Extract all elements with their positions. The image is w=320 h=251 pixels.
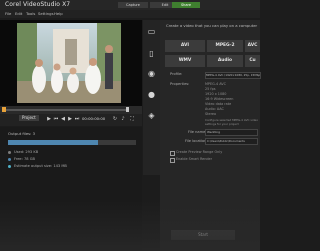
project-mode-button[interactable]: Project [19,115,39,121]
web-icon[interactable]: ◉ [147,69,156,78]
panel-heading: Create a video that you can play on a co… [166,23,258,28]
file-name-input[interactable]: Wedding [205,129,258,136]
trim-start-handle[interactable] [2,107,6,112]
smart-render-checkbox[interactable] [170,158,175,163]
format-wmv-button[interactable]: WMV [165,55,205,67]
estimate-size-label: Estimate output size: 143 MB [14,164,67,168]
trim-end-handle[interactable] [126,107,129,112]
volume-icon[interactable]: ♪ [120,116,126,122]
disk-usage-fill [8,140,98,145]
play-icon[interactable]: ▶ [46,116,52,122]
timecode-display[interactable]: 00:00:00:00 [82,116,105,121]
properties-list: MPEG-4 AVC 25 fps 1920 x 1080 16:9 Wides… [205,82,259,117]
free-space-label: Free: 78 GB [14,157,35,161]
preview-range-label: Create Preview Range Only [176,150,223,154]
computer-icon[interactable]: ▭ [147,27,156,36]
menu-tools[interactable]: Tools [26,11,35,16]
menu-file[interactable]: File [5,11,11,16]
file-location-input[interactable]: C:\Users\Public\Documents [205,138,258,145]
file-name-label: File name: [188,130,207,134]
fullscreen-icon[interactable]: ⛶ [129,116,135,122]
tab-share[interactable]: Share [172,2,200,8]
format-custom-button[interactable]: Cu [245,55,260,67]
tab-capture[interactable]: Capture [118,2,148,8]
repeat-icon[interactable]: ↻ [112,116,118,122]
profile-label: Profile: [170,72,183,76]
format-mpeg2-button[interactable]: MPEG-2 [207,40,243,52]
format-audio-button[interactable]: Audio [207,55,243,67]
used-space-label: Used: 293 KB [14,150,39,154]
preview-range-checkbox[interactable] [170,151,175,156]
settings-note: Configure selected MPEG-4 AVC video sett… [205,118,258,126]
menu-edit[interactable]: Edit [15,11,22,16]
forward-icon[interactable]: ▶ [67,116,73,122]
previous-icon[interactable]: ⏮ [53,116,59,122]
smart-render-label: Enable Smart Render [176,157,213,161]
format-avi-button[interactable]: AVI [165,40,205,52]
bottom-shade [0,200,260,251]
disc-icon[interactable]: ● [147,90,156,99]
menu-settings[interactable]: Settings [38,11,54,16]
format-avc-button[interactable]: AVC [245,40,260,52]
app-title: Corel VideoStudio X7 [5,1,71,8]
menu-help[interactable]: Help [54,11,63,16]
free-color-icon [8,158,11,161]
scrub-bar[interactable] [6,109,126,111]
property-line: Stereo [205,112,217,116]
used-color-icon [8,151,11,154]
estimate-color-icon [8,165,11,168]
next-icon[interactable]: ⏭ [74,116,80,122]
3d-icon[interactable]: ◈ [147,111,156,120]
rewind-icon[interactable]: ◀ [60,116,66,122]
profile-select[interactable]: MPEG-4 AVC (1920×1080, 25p, 15Mbps) [205,72,261,79]
device-icon[interactable]: ▯ [147,49,156,58]
properties-label: Properties: [170,82,190,86]
output-files-count: Output files: 3 [8,131,36,136]
video-frame [17,23,121,103]
